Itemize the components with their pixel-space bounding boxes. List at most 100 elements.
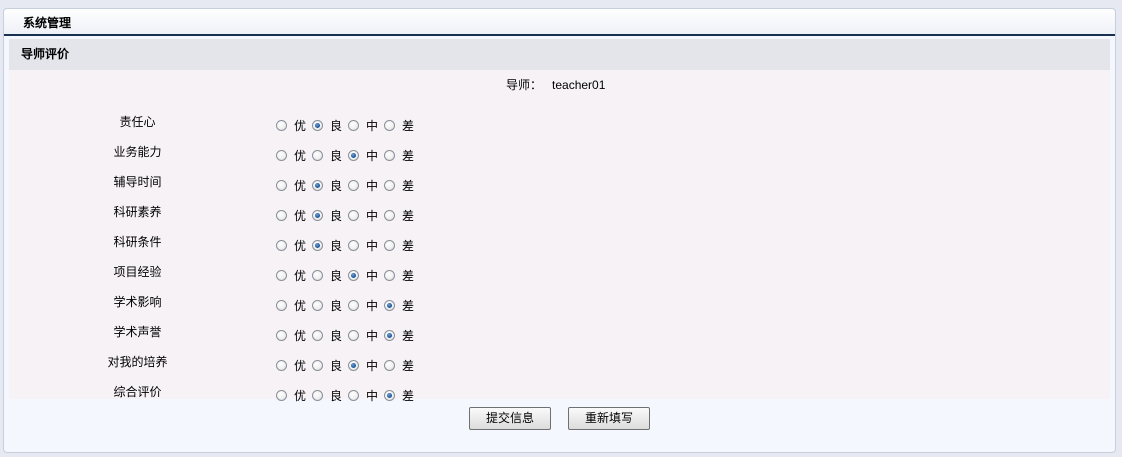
rating-radio[interactable] <box>312 359 323 371</box>
rating-radio[interactable] <box>384 239 395 251</box>
rating-option-label: 优 <box>294 358 307 373</box>
rating-option[interactable]: 良 <box>312 207 344 224</box>
rating-radio[interactable] <box>348 239 359 251</box>
rating-radio[interactable] <box>384 389 395 401</box>
rating-radio[interactable] <box>276 329 287 341</box>
rating-radio[interactable] <box>276 239 287 251</box>
rating-option-label: 中 <box>366 238 379 253</box>
rating-radio[interactable] <box>348 119 359 131</box>
rating-radio[interactable] <box>312 179 323 191</box>
rating-option[interactable]: 差 <box>384 357 416 374</box>
rating-option[interactable]: 优 <box>276 177 308 194</box>
rating-radio[interactable] <box>348 179 359 191</box>
evaluation-row: 学术影响 优 良 中 差 <box>9 295 1110 315</box>
rating-radio[interactable] <box>276 389 287 401</box>
criterion-label: 责任心 <box>119 115 156 129</box>
rating-option[interactable]: 良 <box>312 357 344 374</box>
rating-option[interactable]: 中 <box>348 207 380 224</box>
rating-radio[interactable] <box>312 389 323 401</box>
rating-option[interactable]: 中 <box>348 297 380 314</box>
rating-option[interactable]: 良 <box>312 297 344 314</box>
rating-radio[interactable] <box>384 149 395 161</box>
rating-option[interactable]: 差 <box>384 387 416 404</box>
rating-option[interactable]: 差 <box>384 327 416 344</box>
rating-option[interactable]: 良 <box>312 267 344 284</box>
submit-button[interactable]: 提交信息 <box>469 407 551 430</box>
rating-option[interactable]: 优 <box>276 207 308 224</box>
rating-option[interactable]: 中 <box>348 237 380 254</box>
rating-option[interactable]: 差 <box>384 177 416 194</box>
criterion-label: 对我的培养 <box>107 355 168 369</box>
rating-radio[interactable] <box>312 299 323 311</box>
rating-options: 优 良中 差 <box>276 295 420 315</box>
rating-option[interactable]: 中 <box>348 357 380 374</box>
rating-option[interactable]: 优 <box>276 327 308 344</box>
rating-option[interactable]: 良 <box>312 117 344 134</box>
rating-radio[interactable] <box>348 329 359 341</box>
rating-radio[interactable] <box>384 209 395 221</box>
rating-radio[interactable] <box>312 329 323 341</box>
rating-option[interactable]: 中 <box>348 117 380 134</box>
rating-option-label: 良 <box>330 148 343 163</box>
rating-option[interactable]: 优 <box>276 117 308 134</box>
rating-options: 优良中差 <box>276 265 420 285</box>
rating-option[interactable]: 良 <box>312 237 344 254</box>
rating-radio[interactable] <box>276 209 287 221</box>
rating-option[interactable]: 差 <box>384 297 416 314</box>
rating-radio[interactable] <box>348 149 359 161</box>
rating-option[interactable]: 良 <box>312 327 344 344</box>
rating-option[interactable]: 优 <box>276 267 308 284</box>
rating-radio[interactable] <box>348 269 359 281</box>
rating-option-label: 差 <box>402 298 415 313</box>
rating-option[interactable]: 差 <box>384 237 416 254</box>
rating-option[interactable]: 良 <box>312 147 344 164</box>
rating-radio[interactable] <box>348 299 359 311</box>
rating-option[interactable]: 差 <box>384 207 416 224</box>
rating-option[interactable]: 差 <box>384 147 416 164</box>
rating-option[interactable]: 优 <box>276 147 308 164</box>
rating-radio[interactable] <box>312 149 323 161</box>
rating-option[interactable]: 优 <box>276 237 308 254</box>
rating-radio[interactable] <box>276 269 287 281</box>
rating-option[interactable]: 中 <box>348 327 380 344</box>
rating-radio[interactable] <box>276 179 287 191</box>
tutor-name: teacher01 <box>552 78 606 92</box>
rating-radio[interactable] <box>348 359 359 371</box>
rating-radio[interactable] <box>384 299 395 311</box>
rating-radio[interactable] <box>312 119 323 131</box>
rating-option[interactable]: 优 <box>276 297 308 314</box>
rating-option[interactable]: 中 <box>348 387 380 404</box>
rating-option[interactable]: 良 <box>312 177 344 194</box>
rating-radio[interactable] <box>276 119 287 131</box>
reset-button[interactable]: 重新填写 <box>568 407 650 430</box>
rating-option[interactable]: 中 <box>348 177 380 194</box>
rating-radio[interactable] <box>312 239 323 251</box>
rating-radio[interactable] <box>384 359 395 371</box>
evaluation-row: 项目经验 优 良 中 差 <box>9 265 1110 285</box>
rating-radio[interactable] <box>312 269 323 281</box>
rating-option[interactable]: 优 <box>276 357 308 374</box>
evaluation-row: 辅导时间 优 良 中 差 <box>9 175 1110 195</box>
rating-option[interactable]: 优 <box>276 387 308 404</box>
rating-radio[interactable] <box>276 149 287 161</box>
rating-option-label: 良 <box>330 178 343 193</box>
system-management-panel: 系统管理 导师评价 导师： teacher01 责任心优良中差业务能力优良中差辅导… <box>3 8 1116 453</box>
rating-radio[interactable] <box>348 389 359 401</box>
rating-option[interactable]: 中 <box>348 147 380 164</box>
rating-option[interactable]: 良 <box>312 387 344 404</box>
rating-option[interactable]: 差 <box>384 117 416 134</box>
rating-radio[interactable] <box>384 269 395 281</box>
rating-options: 优良中差 <box>276 385 420 405</box>
rating-radio[interactable] <box>312 209 323 221</box>
rating-radio[interactable] <box>348 209 359 221</box>
rating-option-label: 良 <box>330 298 343 313</box>
evaluation-row: 综合评价 优 良 中 差 <box>9 385 1110 405</box>
rating-radio[interactable] <box>384 119 395 131</box>
rating-option[interactable]: 中 <box>348 267 380 284</box>
rating-option-label: 中 <box>366 118 379 133</box>
rating-radio[interactable] <box>384 179 395 191</box>
rating-radio[interactable] <box>276 359 287 371</box>
rating-radio[interactable] <box>276 299 287 311</box>
rating-option[interactable]: 差 <box>384 267 416 284</box>
rating-radio[interactable] <box>384 329 395 341</box>
